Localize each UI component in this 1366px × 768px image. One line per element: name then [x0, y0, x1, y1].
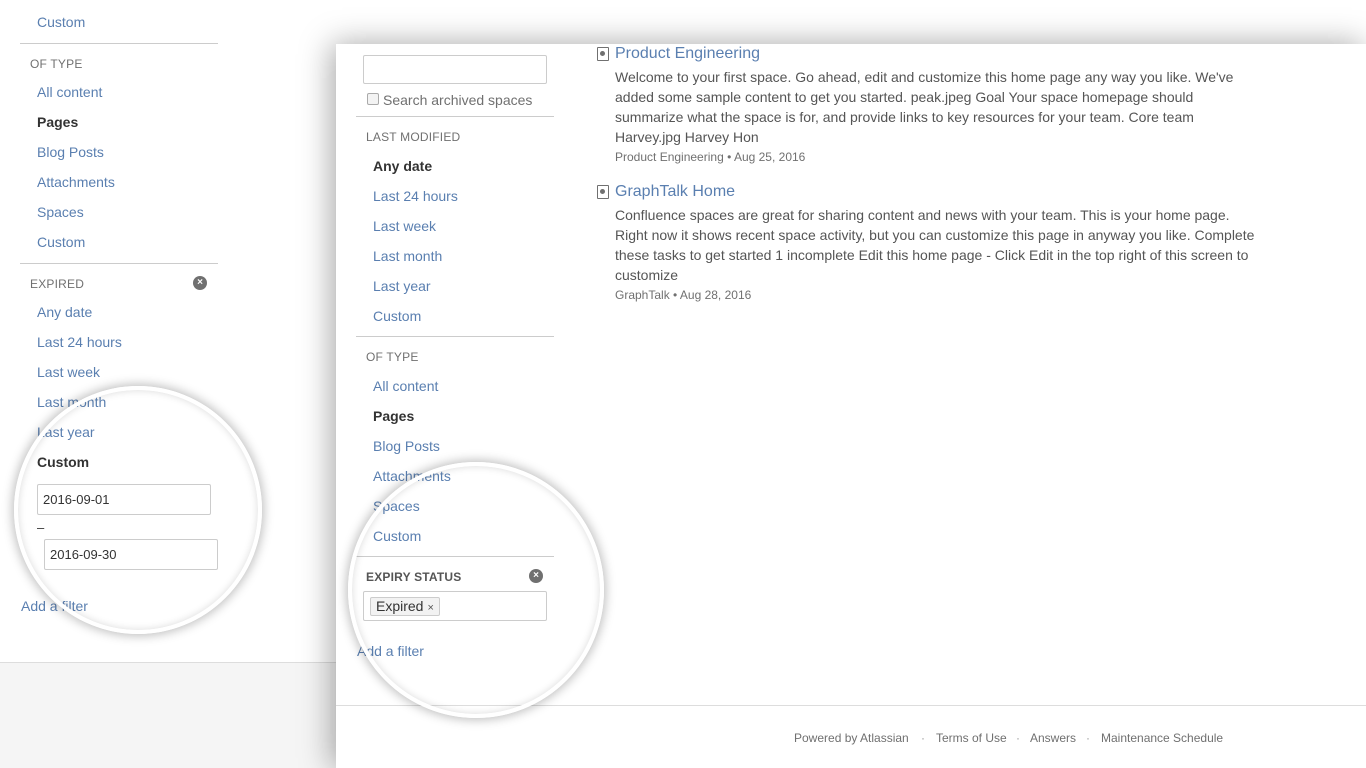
footer-separator: · [921, 731, 925, 745]
add-filter-link[interactable]: Add a filter [21, 598, 88, 614]
date-from-input[interactable] [37, 484, 211, 515]
modified-custom-link[interactable]: Custom [373, 308, 421, 324]
divider [356, 556, 554, 557]
space-search-input[interactable] [363, 55, 547, 84]
expired-last-24-hours-link[interactable]: Last 24 hours [37, 334, 122, 350]
type-attachments-link[interactable]: Attachments [37, 174, 115, 190]
clear-filter-icon[interactable]: × [193, 276, 207, 290]
type-pages-link[interactable]: Pages [37, 114, 78, 130]
page-icon [597, 47, 609, 61]
expiry-status-heading: EXPIRY STATUS [366, 570, 462, 584]
maintenance-schedule-link[interactable]: Maintenance Schedule [1101, 731, 1223, 745]
modified-any-date-link[interactable]: Any date [373, 158, 432, 174]
type-custom-link[interactable]: Custom [373, 528, 421, 544]
expired-last-year-link[interactable]: Last year [37, 424, 95, 440]
modified-last-week-link[interactable]: Last week [373, 218, 436, 234]
type-spaces-link[interactable]: Spaces [37, 204, 84, 220]
date-range-separator: – [37, 520, 45, 535]
page-icon [597, 185, 609, 199]
expired-any-date-link[interactable]: Any date [37, 304, 92, 320]
tag-label: Expired [376, 598, 424, 614]
add-filter-link[interactable]: Add a filter [357, 643, 424, 659]
last-modified-heading: LAST MODIFIED [366, 130, 461, 144]
expiry-status-input[interactable]: Expired × [363, 591, 547, 621]
type-custom-link[interactable]: Custom [37, 234, 85, 250]
type-all-content-link[interactable]: All content [37, 84, 102, 100]
expired-last-month-link[interactable]: Last month [37, 394, 106, 410]
of-type-heading: OF TYPE [366, 350, 419, 364]
result-excerpt: Welcome to your first space. Go ahead, e… [615, 69, 1234, 145]
date-to-input[interactable] [44, 539, 218, 570]
remove-tag-icon[interactable]: × [427, 602, 433, 614]
type-spaces-link[interactable]: Spaces [373, 498, 420, 514]
filter-custom-link[interactable]: Custom [37, 14, 85, 30]
type-blog-posts-link[interactable]: Blog Posts [37, 144, 104, 160]
expired-custom-link[interactable]: Custom [37, 454, 89, 470]
search-results-panel: Search archived spaces LAST MODIFIED Any… [336, 44, 1366, 768]
powered-by-atlassian-link[interactable]: Powered by Atlassian [794, 731, 909, 745]
type-blog-posts-link[interactable]: Blog Posts [373, 438, 440, 454]
type-pages-link[interactable]: Pages [373, 408, 414, 424]
result-meta: Product Engineering • Aug 25, 2016 [615, 150, 806, 164]
type-attachments-link[interactable]: Attachments [373, 468, 451, 484]
terms-of-use-link[interactable]: Terms of Use [936, 731, 1007, 745]
divider [356, 336, 554, 337]
expired-last-week-link[interactable]: Last week [37, 364, 100, 380]
modified-last-24-hours-link[interactable]: Last 24 hours [373, 188, 458, 204]
result-excerpt: Confluence spaces are great for sharing … [615, 207, 1255, 283]
expired-heading: EXPIRED [30, 277, 85, 291]
type-all-content-link[interactable]: All content [373, 378, 438, 394]
modified-last-month-link[interactable]: Last month [373, 248, 442, 264]
divider [356, 116, 554, 117]
page-footer: Powered by Atlassian · Terms of Use · An… [336, 705, 1366, 768]
result-meta: GraphTalk • Aug 28, 2016 [615, 288, 752, 302]
result-title-link[interactable]: GraphTalk Home [615, 183, 735, 201]
modified-last-year-link[interactable]: Last year [373, 278, 431, 294]
footer-separator: · [1016, 731, 1020, 745]
clear-filter-icon[interactable]: × [529, 569, 543, 583]
divider [20, 263, 218, 264]
archived-spaces-checkbox[interactable] [367, 93, 379, 105]
archived-spaces-label: Search archived spaces [383, 92, 533, 108]
of-type-heading: OF TYPE [30, 57, 83, 71]
result-title-link[interactable]: Product Engineering [615, 45, 760, 63]
footer-separator: · [1086, 731, 1090, 745]
expired-tag: Expired × [370, 597, 440, 616]
divider [20, 43, 218, 44]
answers-link[interactable]: Answers [1030, 731, 1076, 745]
